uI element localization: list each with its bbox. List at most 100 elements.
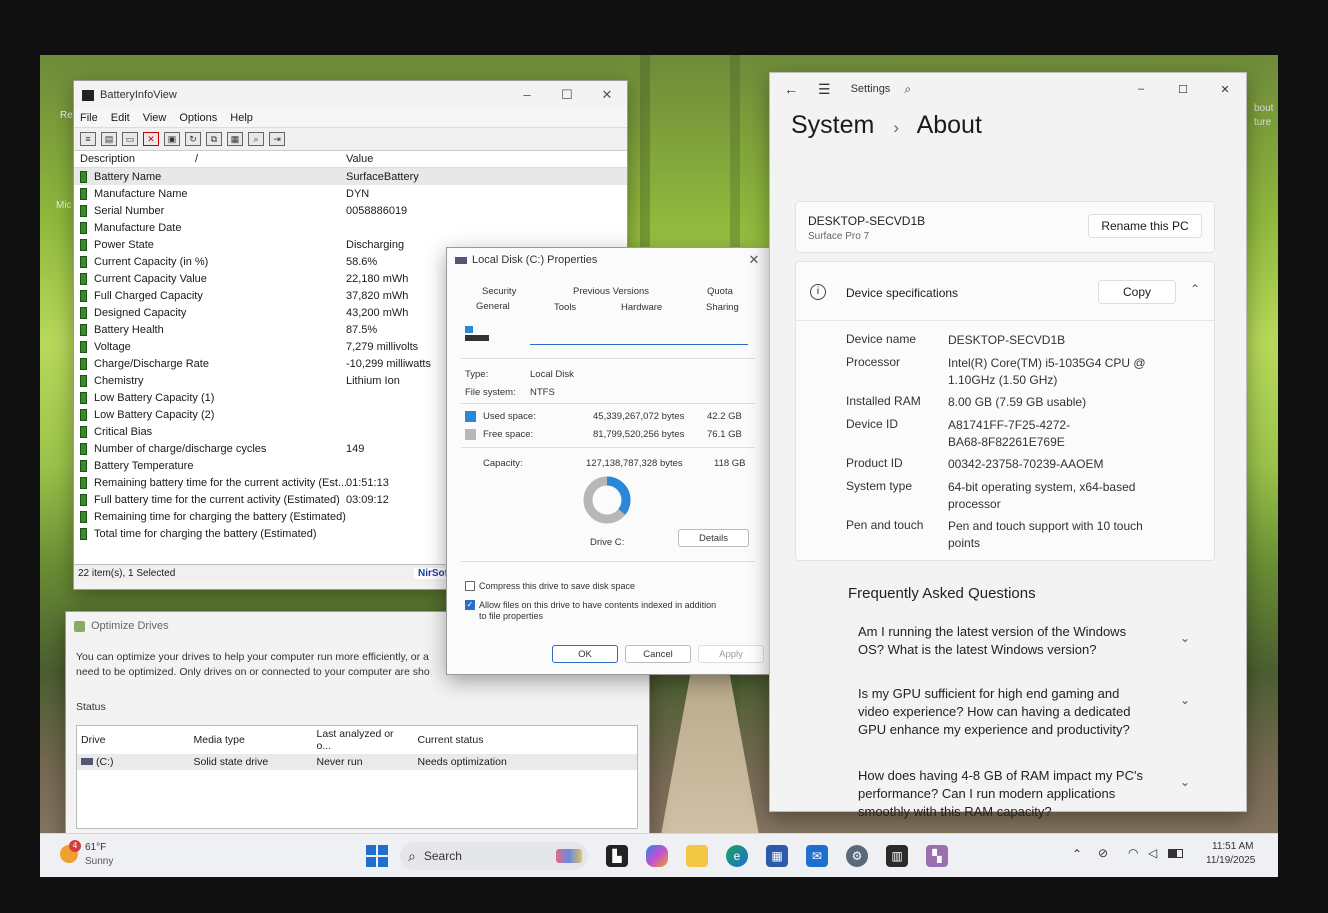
weather-condition[interactable]: Sunny	[85, 856, 113, 867]
menu-file[interactable]: File	[80, 112, 98, 124]
taskbar-search[interactable]: ⌕ Search	[400, 842, 588, 870]
details-button[interactable]: Details	[678, 529, 749, 547]
window-icon[interactable]: ▭	[122, 132, 138, 146]
menu-edit[interactable]: Edit	[111, 112, 130, 124]
tab-previous-versions[interactable]: Previous Versions	[573, 286, 649, 297]
column-header-value[interactable]: Value	[346, 153, 373, 165]
settings-gear-icon[interactable]: ⚙	[846, 845, 868, 867]
index-checkbox[interactable]: ✓	[465, 600, 475, 610]
edge-icon[interactable]: e	[726, 845, 748, 867]
spec-value-line: Pen and touch support with 10 touch	[948, 519, 1143, 533]
volume-icon[interactable]: ◁	[1148, 846, 1157, 860]
start-icon[interactable]	[366, 845, 388, 867]
copy-icon[interactable]: ⧉	[206, 132, 222, 146]
clock-date[interactable]: 11/19/2025	[1206, 855, 1255, 866]
chevron-up-icon[interactable]: ⌃	[1190, 282, 1200, 296]
exit-icon[interactable]: ⇥	[269, 132, 285, 146]
save-icon[interactable]: ▣	[164, 132, 180, 146]
column-header-description[interactable]: Description /	[74, 153, 346, 165]
desktop-icon-label[interactable]: Mic	[56, 200, 72, 211]
report-icon[interactable]: ▦	[227, 132, 243, 146]
table-row[interactable]: Manufacture Name DYN	[74, 185, 627, 202]
minimize-button[interactable]: –	[507, 87, 547, 103]
menu-help[interactable]: Help	[230, 112, 253, 124]
free-space-gb: 76.1 GB	[707, 429, 742, 440]
volume-label-input[interactable]	[530, 328, 748, 345]
spec-value[interactable]: Intel(R) Core(TM) i5-1035G4 CPU @ 1.10GHz…	[948, 355, 1198, 389]
chevron-down-icon[interactable]: ⌄	[1180, 775, 1190, 789]
outlook-icon[interactable]: ✉	[806, 845, 828, 867]
menu-options[interactable]: Options	[179, 112, 217, 124]
batteryinfoview-taskbar-icon[interactable]: ▥	[886, 845, 908, 867]
clock-time[interactable]: 11:51 AM	[1212, 841, 1254, 852]
cancel-button[interactable]: Cancel	[625, 645, 691, 663]
table-row[interactable]: Serial Number 0058886019	[74, 202, 627, 219]
ok-button[interactable]: OK	[552, 645, 618, 663]
delete-icon[interactable]: ✕	[143, 132, 159, 146]
table-row[interactable]: Battery Name SurfaceBattery	[74, 168, 627, 185]
header-media-type[interactable]: Media type	[190, 726, 313, 755]
spec-value[interactable]: 64-bit operating system, x64-based proces…	[948, 479, 1198, 513]
specs-header[interactable]: Device specifications	[846, 286, 958, 300]
close-button[interactable]: ✕	[587, 87, 627, 103]
drives-table: Drive Media type Last analyzed or o... C…	[76, 725, 638, 829]
back-arrow-icon[interactable]: ←	[784, 81, 798, 97]
close-button[interactable]: ✕	[1204, 83, 1246, 96]
spec-value[interactable]: DESKTOP-SECVD1B	[948, 332, 1198, 349]
rename-pc-button[interactable]: Rename this PC	[1088, 214, 1202, 238]
faq-item[interactable]: Am I running the latest version of the W…	[858, 623, 1158, 659]
properties-icon[interactable]: ≡	[80, 132, 96, 146]
battery-icon[interactable]	[1168, 849, 1183, 858]
task-view-icon[interactable]: ▙	[606, 845, 628, 867]
spec-value-line: BA68-8F82261E769E	[948, 435, 1065, 449]
search-highlight-icon	[556, 849, 582, 863]
spec-value[interactable]: Pen and touch support with 10 touch point…	[948, 518, 1198, 552]
spec-value[interactable]: 8.00 GB (7.59 GB usable)	[948, 394, 1198, 411]
location-off-icon[interactable]: ⊘	[1098, 846, 1108, 860]
apply-button[interactable]: Apply	[698, 645, 764, 663]
maximize-button[interactable]: ☐	[547, 87, 587, 103]
faq-item[interactable]: Is my GPU sufficient for high end gaming…	[858, 685, 1158, 739]
tab-quota[interactable]: Quota	[707, 286, 733, 297]
spec-value[interactable]: 00342-23758-70239-AAOEM	[948, 456, 1198, 473]
html-report-icon[interactable]: ▤	[101, 132, 117, 146]
close-button[interactable]: ✕	[739, 252, 769, 268]
compress-checkbox[interactable]	[465, 581, 475, 591]
tab-general[interactable]: General	[476, 301, 510, 312]
copilot-icon[interactable]	[646, 845, 668, 867]
chevron-down-icon[interactable]: ⌄	[1180, 693, 1190, 707]
description-text: Remaining time for charging the battery …	[94, 510, 346, 523]
header-last-analyzed[interactable]: Last analyzed or o...	[313, 726, 414, 755]
column-header-row: Description / Value	[74, 151, 627, 168]
menu-view[interactable]: View	[143, 112, 167, 124]
header-current-status[interactable]: Current status	[414, 726, 638, 755]
copy-button[interactable]: Copy	[1098, 280, 1176, 304]
maximize-button[interactable]: ☐	[1162, 83, 1204, 96]
spec-key: System type	[846, 479, 913, 493]
refresh-icon[interactable]: ↻	[185, 132, 201, 146]
spec-value[interactable]: A81741FF-7F25-4272- BA68-8F82261E769E	[948, 417, 1198, 451]
store-icon[interactable]: ▦	[766, 845, 788, 867]
hamburger-menu-icon[interactable]: ☰	[818, 81, 831, 98]
breadcrumb-system[interactable]: System	[791, 111, 874, 139]
table-row[interactable]: (C:) Solid state drive Never run Needs o…	[76, 754, 638, 770]
defrag-taskbar-icon[interactable]: ▚	[926, 845, 948, 867]
tab-sharing[interactable]: Sharing	[706, 302, 739, 313]
faq-item[interactable]: How does having 4-8 GB of RAM impact my …	[858, 767, 1158, 821]
wifi-icon[interactable]: ◠	[1128, 846, 1138, 860]
weather-temp[interactable]: 61°F	[85, 842, 106, 853]
header-drive[interactable]: Drive	[77, 726, 190, 755]
chevron-up-icon[interactable]: ⌃	[1072, 847, 1082, 861]
battery-icon	[80, 442, 87, 455]
tab-hardware[interactable]: Hardware	[621, 302, 662, 313]
table-row[interactable]: Manufacture Date	[74, 219, 627, 236]
tab-tools[interactable]: Tools	[554, 302, 576, 313]
minimize-button[interactable]: –	[1120, 83, 1162, 96]
chevron-down-icon[interactable]: ⌄	[1180, 631, 1190, 645]
search-icon[interactable]: ⌕	[904, 82, 911, 97]
tab-security[interactable]: Security	[482, 286, 516, 297]
description-cell: Current Capacity (in %)	[74, 255, 346, 268]
find-icon[interactable]: ⌕	[248, 132, 264, 146]
file-explorer-icon[interactable]	[686, 845, 708, 867]
breadcrumb-separator: ›	[893, 118, 899, 137]
